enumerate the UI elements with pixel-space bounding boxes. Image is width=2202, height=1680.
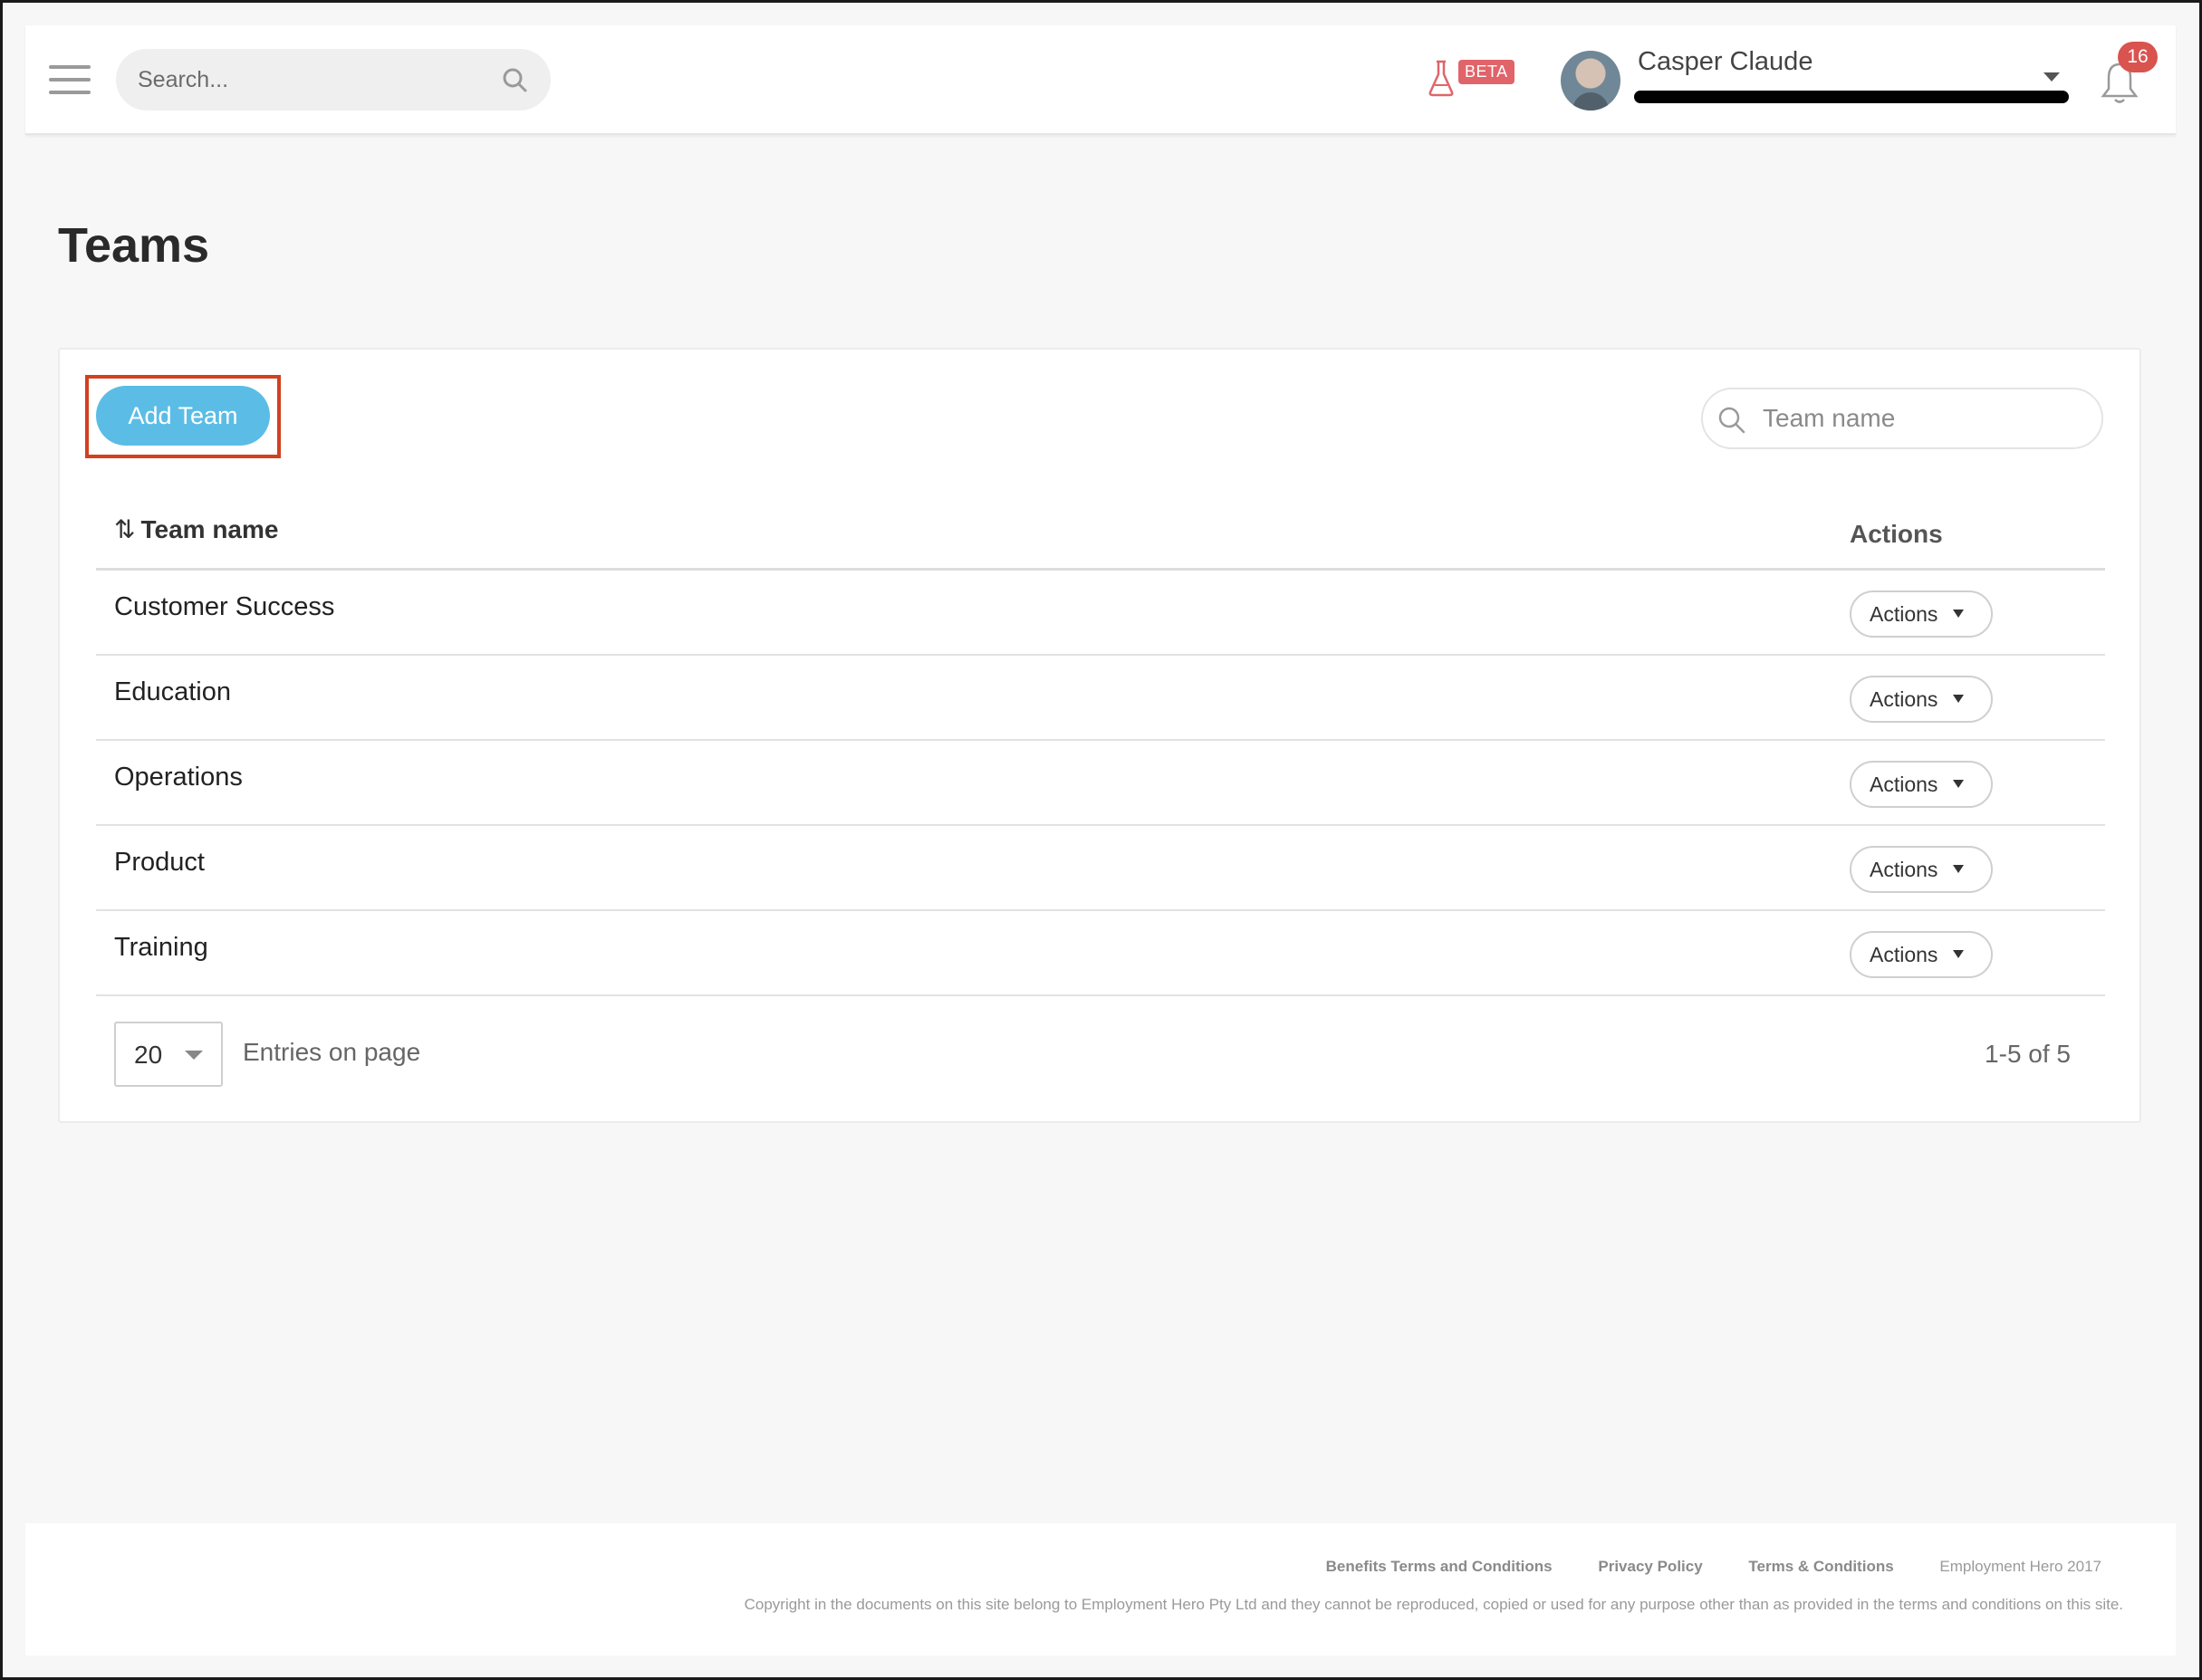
beta-badge: BETA	[1458, 60, 1514, 84]
caret-down-icon	[1953, 780, 1964, 788]
team-name[interactable]: Operations	[114, 763, 243, 792]
actions-label: Actions	[1870, 601, 1938, 626]
caret-down-icon	[1953, 695, 1964, 703]
team-name[interactable]: Education	[114, 677, 231, 707]
table-row: Training Actions	[96, 911, 2105, 996]
search-icon[interactable]	[502, 67, 527, 97]
actions-dropdown-button[interactable]: Actions	[1850, 931, 1993, 978]
team-name[interactable]: Product	[114, 848, 205, 878]
table-row: Product Actions	[96, 826, 2105, 911]
beta-lab-link[interactable]: BETA	[1428, 58, 1514, 102]
actions-label: Actions	[1870, 772, 1938, 796]
pagination-range: 1-5 of 5	[1985, 1040, 2071, 1068]
entries-label: Entries on page	[243, 1038, 421, 1066]
footer-link-benefits-terms[interactable]: Benefits Terms and Conditions	[1326, 1558, 1553, 1575]
team-search[interactable]	[1701, 388, 2103, 449]
footer-copyright: Copyright in the documents on this site …	[744, 1596, 2123, 1613]
actions-label: Actions	[1870, 942, 1938, 966]
chevron-down-icon[interactable]	[2043, 72, 2060, 82]
redacted-email	[1634, 91, 2069, 103]
actions-label: Actions	[1870, 857, 1938, 881]
team-name[interactable]: Training	[114, 933, 208, 963]
teams-card: Add Team ⇅Team name Actions Customer Suc…	[58, 348, 2141, 1123]
caret-down-icon	[1953, 865, 1964, 873]
footer-link-terms-conditions[interactable]: Terms & Conditions	[1748, 1558, 1893, 1575]
footer-links: Benefits Terms and Conditions Privacy Po…	[1284, 1558, 2101, 1576]
global-search-input[interactable]	[138, 49, 491, 110]
footer-link-privacy-policy[interactable]: Privacy Policy	[1598, 1558, 1702, 1575]
table-row: Education Actions	[96, 656, 2105, 741]
global-search[interactable]	[116, 49, 551, 110]
team-search-input[interactable]	[1763, 389, 2089, 447]
actions-dropdown-button[interactable]: Actions	[1850, 846, 1993, 893]
chevron-down-icon	[185, 1051, 203, 1060]
notification-count-badge[interactable]: 16	[2118, 42, 2158, 72]
column-header-actions: Actions	[1850, 520, 1943, 548]
entries-per-page-select[interactable]: 20	[114, 1022, 223, 1087]
table-header: ⇅ Team name Actions	[96, 494, 2105, 571]
actions-label: Actions	[1870, 686, 1938, 711]
table-row: Operations Actions	[96, 741, 2105, 826]
flask-icon	[1428, 60, 1455, 101]
search-icon	[1717, 406, 1746, 439]
teams-table: ⇅ Team name Actions Customer Success Acti…	[96, 494, 2105, 996]
footer: Benefits Terms and Conditions Privacy Po…	[25, 1523, 2176, 1656]
page-title: Teams	[58, 218, 210, 273]
add-team-button[interactable]: Add Team	[96, 386, 270, 446]
actions-dropdown-button[interactable]: Actions	[1850, 590, 1993, 638]
column-header-team-name[interactable]: ⇅ Team name	[114, 514, 278, 544]
sort-icon[interactable]: ⇅	[114, 514, 135, 544]
avatar[interactable]	[1561, 51, 1620, 110]
menu-icon[interactable]	[49, 65, 91, 96]
actions-dropdown-button[interactable]: Actions	[1850, 761, 1993, 808]
top-bar: BETA Casper Claude 16	[25, 25, 2176, 135]
footer-brand: Employment Hero 2017	[1939, 1558, 2101, 1575]
user-name[interactable]: Casper Claude	[1638, 47, 1813, 77]
table-row: Customer Success Actions	[96, 571, 2105, 656]
caret-down-icon	[1953, 950, 1964, 958]
actions-dropdown-button[interactable]: Actions	[1850, 676, 1993, 723]
entries-per-page-value: 20	[134, 1041, 163, 1069]
caret-down-icon	[1953, 610, 1964, 618]
column-label-team-name: Team name	[140, 515, 279, 543]
team-name[interactable]: Customer Success	[114, 592, 334, 622]
